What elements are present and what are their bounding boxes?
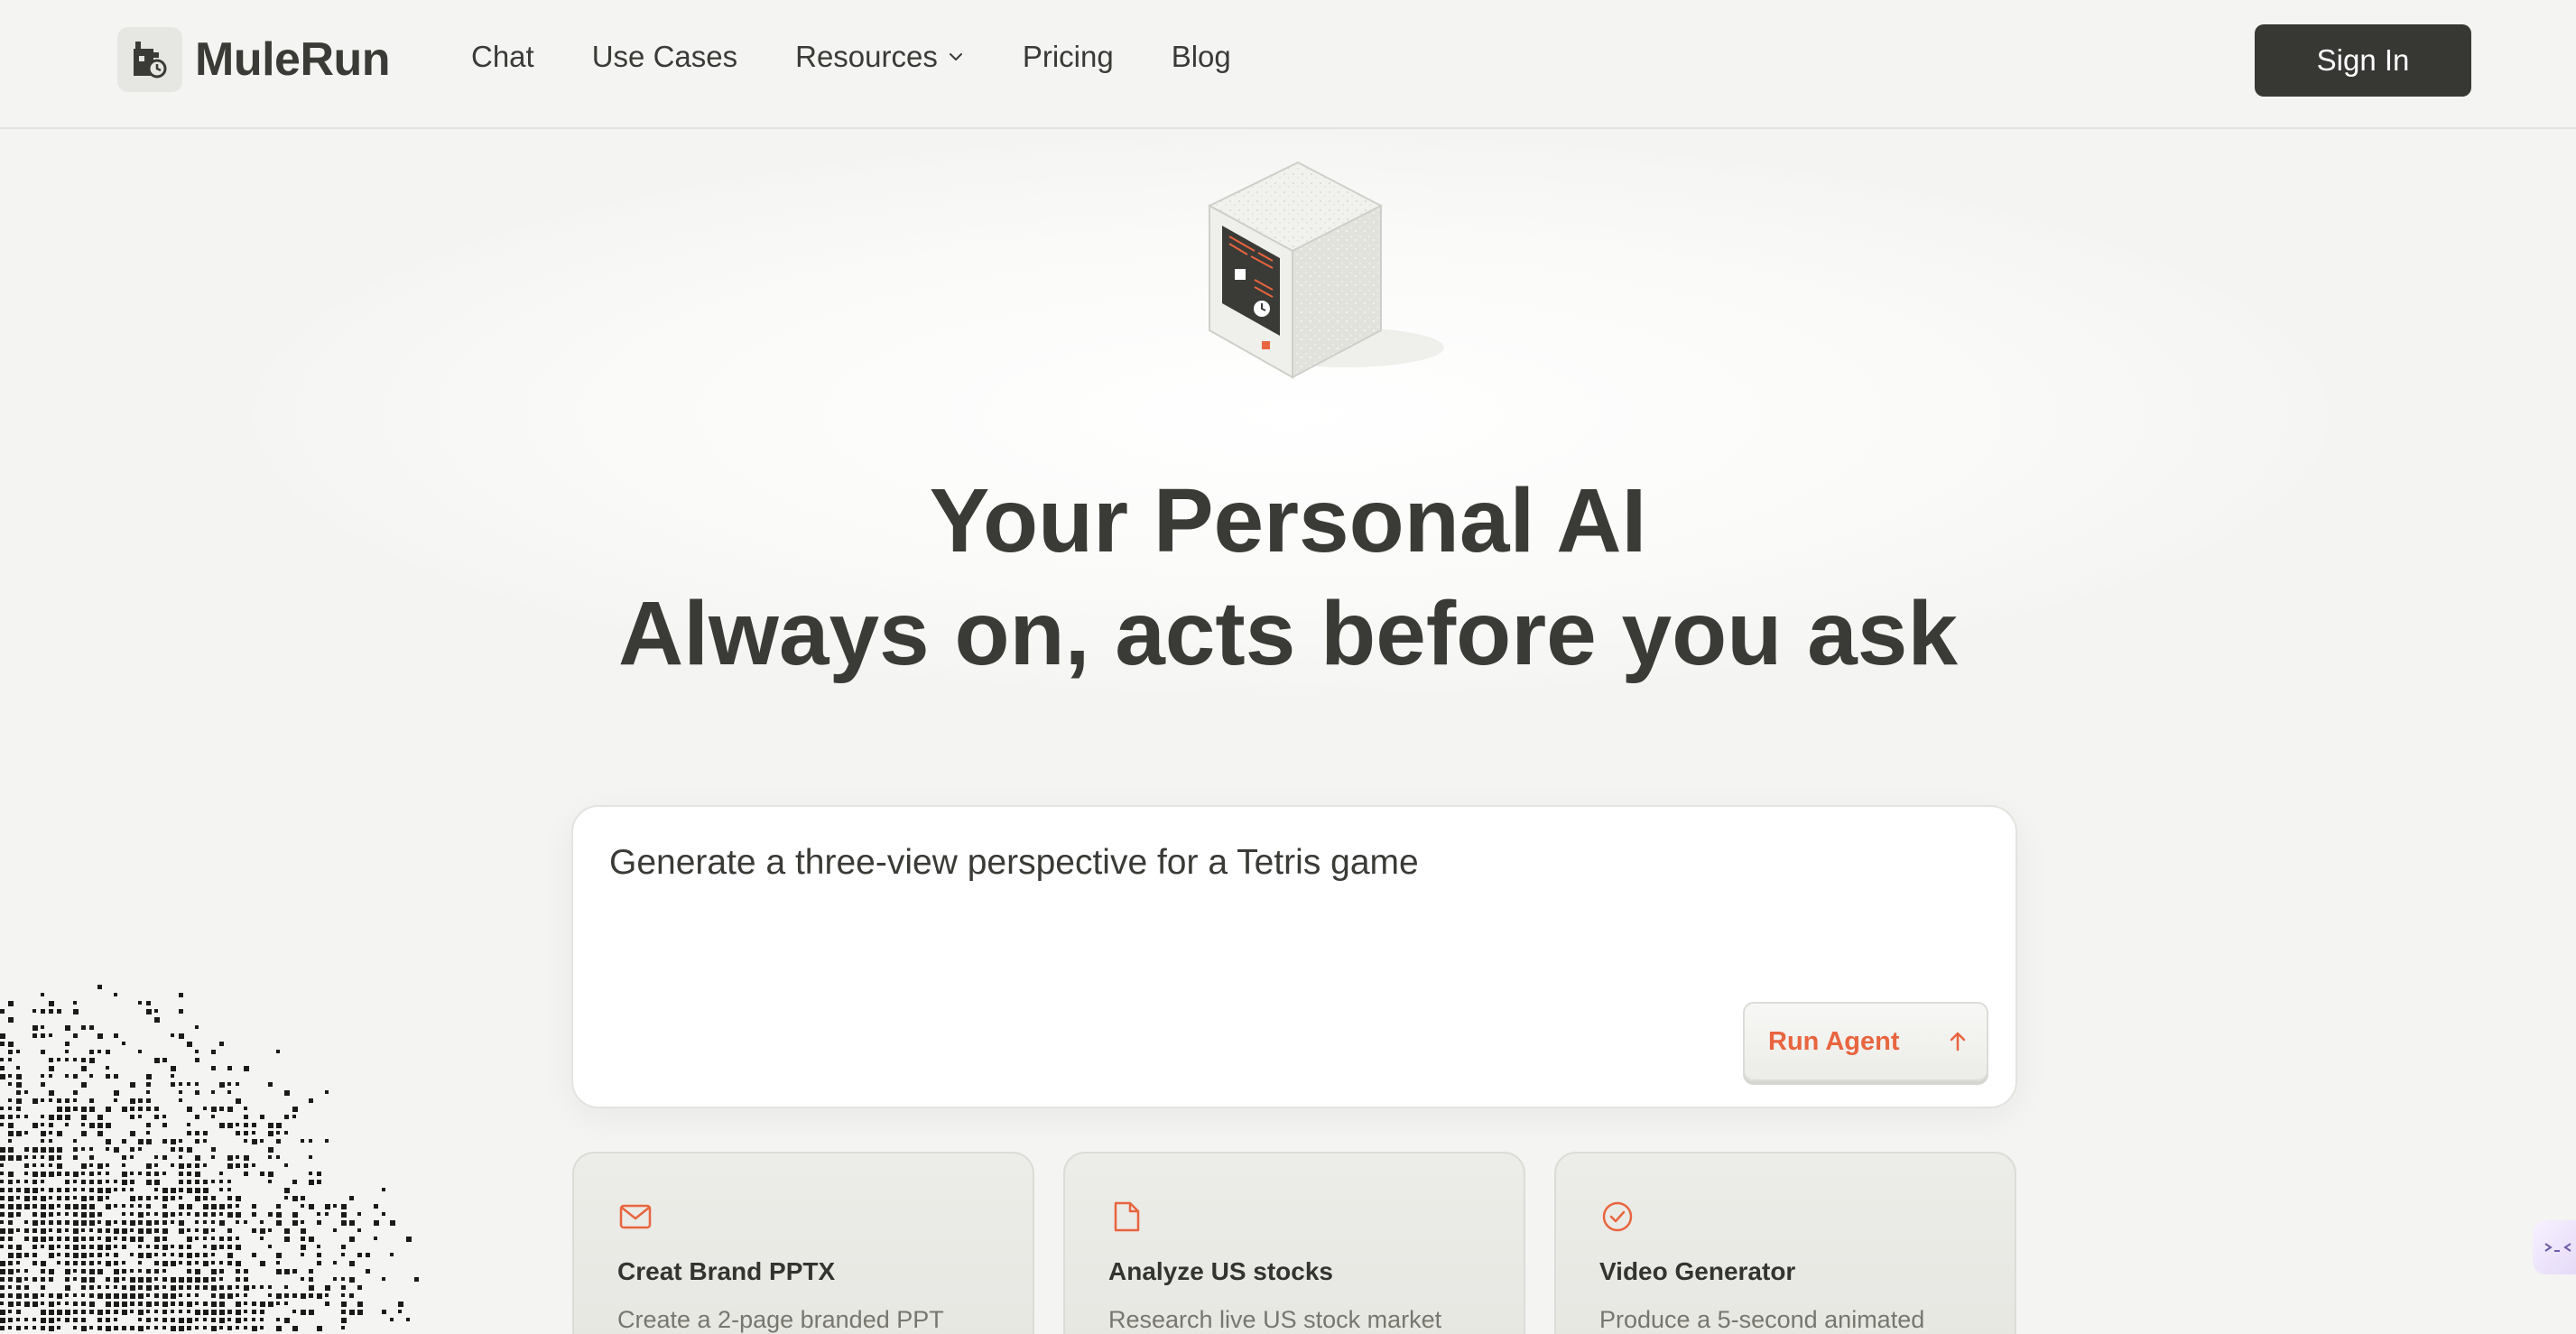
use-case-card-analyze-stocks[interactable]: Analyze US stocks Research live US stock… <box>1063 1152 1525 1334</box>
arrow-up-icon <box>1950 1032 1965 1051</box>
main-nav: Chat Use Cases Resources Pricing Blog <box>471 40 1231 74</box>
chat-bubble-icon <box>2544 1243 2571 1252</box>
nav-resources[interactable]: Resources <box>795 40 965 74</box>
nav-blog[interactable]: Blog <box>1172 40 1231 74</box>
run-agent-label: Run Agent <box>1768 1026 1900 1056</box>
hero-title-line1: Your Personal AI <box>929 470 1647 571</box>
check-circle-icon <box>1602 1201 1633 1232</box>
card-description: Research live US stock market <box>1108 1306 1442 1333</box>
card-title: Video Generator <box>1599 1257 1796 1285</box>
nav-use-cases[interactable]: Use Cases <box>592 40 737 74</box>
top-navigation-bar: MuleRun Chat Use Cases Resources Pricing… <box>0 0 2576 129</box>
sign-in-button[interactable]: Sign In <box>2255 24 2471 97</box>
mail-icon <box>619 1204 652 1229</box>
use-case-card-brand-pptx[interactable]: Creat Brand PPTX Create a 2-page branded… <box>572 1152 1034 1334</box>
chat-widget-launcher[interactable] <box>2533 1220 2576 1274</box>
nav-chat-label: Chat <box>471 40 534 73</box>
nav-use-cases-label: Use Cases <box>591 40 738 73</box>
card-title: Creat Brand PPTX <box>617 1257 836 1285</box>
nav-resources-label: Resources <box>795 40 938 73</box>
document-icon <box>1114 1201 1140 1232</box>
prompt-text[interactable]: Generate a three-view perspective for a … <box>609 843 1419 883</box>
card-description: Produce a 5-second animated <box>1599 1306 1925 1333</box>
hero-title-line2: Always on, acts before you ask <box>618 583 1958 684</box>
chevron-down-icon <box>949 53 962 60</box>
dotted-pattern-decoration <box>0 985 419 1331</box>
nav-pricing-label: Pricing <box>1022 40 1114 73</box>
nav-pricing[interactable]: Pricing <box>1023 40 1114 74</box>
brand-logo[interactable]: MuleRun <box>117 27 391 92</box>
use-case-card-video-generator[interactable]: Video Generator Produce a 5-second anima… <box>1554 1152 2016 1334</box>
card-description: Create a 2-page branded PPT <box>617 1306 944 1333</box>
agent-cube-illustration <box>1207 161 1444 379</box>
card-title: Analyze US stocks <box>1108 1257 1333 1285</box>
mule-logo-icon <box>117 27 182 92</box>
page: MuleRun Chat Use Cases Resources Pricing… <box>0 0 2576 1334</box>
run-agent-button[interactable]: Run Agent <box>1743 1002 1988 1081</box>
nav-blog-label: Blog <box>1171 40 1231 73</box>
nav-chat[interactable]: Chat <box>471 40 534 74</box>
prompt-input-box[interactable]: Generate a three-view perspective for a … <box>571 805 2017 1108</box>
brand-name: MuleRun <box>195 33 391 86</box>
